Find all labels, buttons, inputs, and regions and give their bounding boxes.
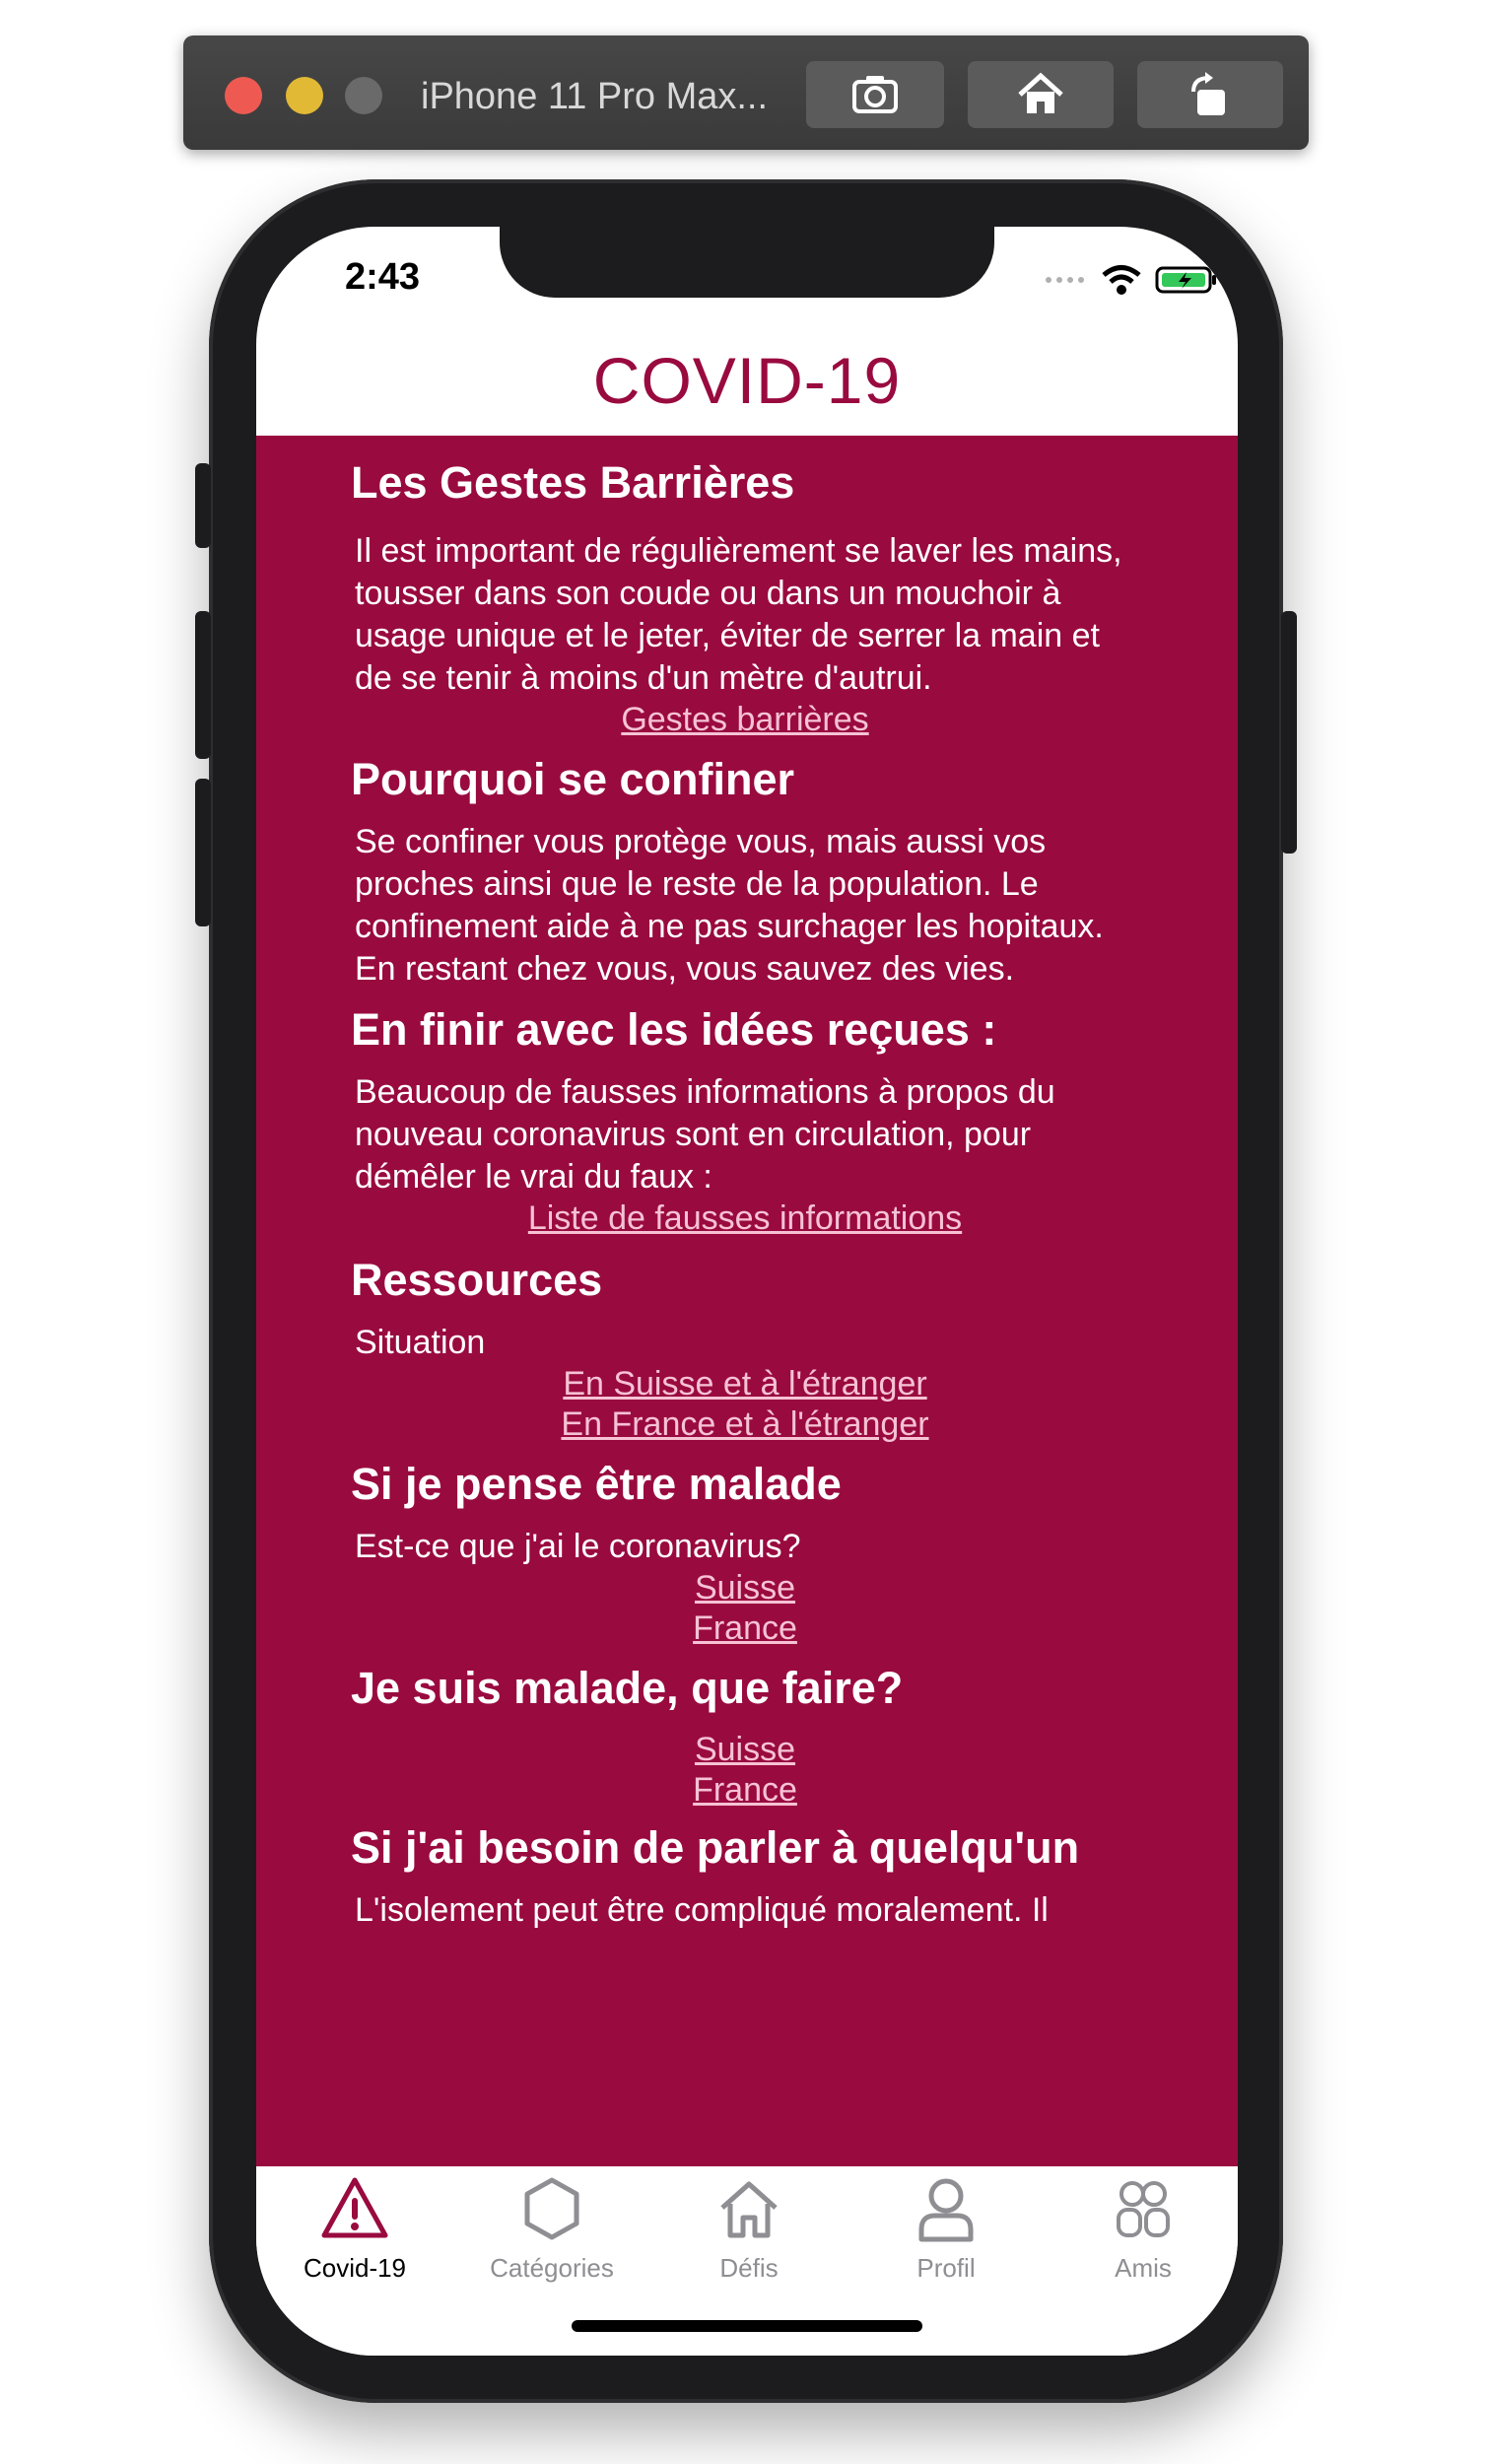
home-icon	[1018, 72, 1063, 113]
tab-label-defis: Défis	[719, 2253, 779, 2283]
wifi-icon	[1102, 265, 1141, 295]
tab-profil[interactable]: Profil	[848, 2166, 1045, 2294]
section-heading-malade-faire: Je suis malade, que faire?	[351, 1663, 904, 1713]
rotate-icon	[1191, 72, 1225, 115]
tab-defis[interactable]: Défis	[650, 2166, 848, 2294]
section-heading-idees: En finir avec les idées reçues :	[351, 1004, 997, 1055]
person-icon	[918, 2178, 974, 2242]
volume-up-button	[195, 611, 211, 759]
friends-icon	[1117, 2181, 1170, 2237]
navigation-bar: COVID-19	[256, 325, 1238, 436]
section-text-idees: Beaucoup de fausses informations à propo…	[355, 1073, 1055, 1196]
home-button[interactable]	[968, 61, 1114, 128]
link-suisse-etranger[interactable]: En Suisse et à l'étranger	[351, 1364, 1139, 1404]
section-heading-ressources: Ressources	[351, 1255, 603, 1305]
link-suisse-test[interactable]: Suisse	[351, 1568, 1139, 1608]
section-heading-malade-pense: Si je pense être malade	[351, 1459, 842, 1509]
zoom-window-button[interactable]	[345, 77, 382, 114]
device-screen: 2:43 COVID-19 Les Gestes Barrières Il es…	[256, 227, 1238, 2356]
mute-switch	[195, 463, 211, 548]
link-france-etranger[interactable]: En France et à l'étranger	[351, 1404, 1139, 1445]
section-text-gestes: Il est important de régulièrement se lav…	[355, 532, 1122, 697]
section-heading-gestes: Les Gestes Barrières	[351, 457, 795, 508]
tab-label-amis: Amis	[1115, 2253, 1172, 2283]
rotate-button[interactable]	[1137, 61, 1283, 128]
section-heading-parler: Si j'ai besoin de parler à quelqu'un	[351, 1822, 1080, 1873]
status-time: 2:43	[345, 256, 421, 298]
power-button	[1281, 611, 1297, 854]
content-scroll-view[interactable]: Les Gestes Barrières Il est important de…	[256, 436, 1238, 2166]
content-column: Les Gestes Barrières Il est important de…	[351, 436, 1139, 1932]
close-window-button[interactable]	[225, 77, 262, 114]
tab-covid[interactable]: Covid-19	[256, 2166, 453, 2294]
screenshot-button[interactable]	[806, 61, 944, 128]
warning-icon	[321, 2177, 388, 2238]
hexagon-icon	[524, 2177, 579, 2240]
status-indicators	[1045, 264, 1218, 296]
section-heading-confiner: Pourquoi se confiner	[351, 754, 795, 804]
minimize-window-button[interactable]	[286, 77, 323, 114]
page-title: COVID-19	[592, 344, 902, 417]
tab-label-profil: Profil	[916, 2253, 976, 2283]
section-text-confiner: Se confiner vous protège vous, mais auss…	[355, 823, 1104, 988]
battery-icon	[1155, 266, 1216, 294]
cellular-signal-icon	[1046, 277, 1084, 283]
tab-amis[interactable]: Amis	[1045, 2166, 1238, 2294]
tab-label-covid: Covid-19	[303, 2253, 407, 2283]
tab-label-categories: Catégories	[490, 2253, 614, 2283]
notch	[500, 227, 994, 298]
link-france-malade[interactable]: France	[351, 1770, 1139, 1811]
simulator-title: iPhone 11 Pro Max...	[421, 76, 769, 117]
section-text-parler: L'isolement peut être compliqué moraleme…	[355, 1891, 1049, 1929]
link-suisse-malade[interactable]: Suisse	[351, 1730, 1139, 1770]
section-text-ressources: Situation	[355, 1324, 486, 1361]
volume-down-button	[195, 779, 211, 926]
link-france-test[interactable]: France	[351, 1608, 1139, 1649]
link-fausses-informations[interactable]: Liste de fausses informations	[351, 1198, 1139, 1239]
home-icon	[720, 2181, 778, 2238]
home-indicator	[572, 2320, 922, 2332]
screenshot-icon	[852, 76, 898, 113]
tab-categories[interactable]: Catégories	[453, 2166, 650, 2294]
link-gestes-barrieres[interactable]: Gestes barrières	[351, 700, 1139, 740]
section-text-malade-pense: Est-ce que j'ai le coronavirus?	[355, 1528, 801, 1565]
